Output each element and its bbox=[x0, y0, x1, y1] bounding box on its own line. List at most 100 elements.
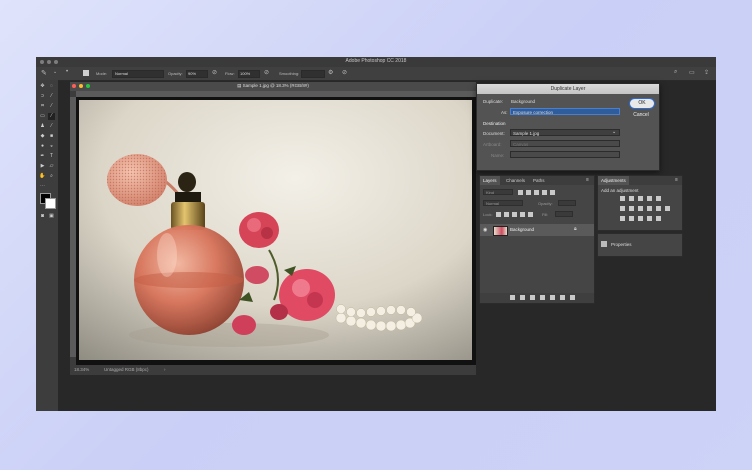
dodge-tool-icon[interactable]: ◒ bbox=[48, 143, 55, 150]
layer-opacity-input[interactable] bbox=[558, 200, 576, 206]
eye-visibility-icon[interactable]: ◉ bbox=[483, 227, 487, 233]
canvas-area[interactable] bbox=[76, 97, 476, 365]
document-label: Document: bbox=[483, 131, 505, 136]
lock-brush-icon[interactable] bbox=[504, 212, 509, 217]
exposure-icon[interactable] bbox=[647, 196, 652, 201]
cancel-button[interactable]: Cancel bbox=[629, 111, 653, 120]
more-tools-icon[interactable]: ⋯ bbox=[39, 183, 46, 190]
stamp-tool-icon[interactable]: ♟ bbox=[39, 123, 46, 130]
layer-row-background[interactable]: ◉ Background 🔒︎ bbox=[480, 224, 594, 236]
kind-filter-select[interactable]: Kind bbox=[483, 189, 513, 195]
brightness-icon[interactable] bbox=[620, 196, 625, 201]
marquee-tool-icon[interactable]: ◌ bbox=[48, 83, 55, 90]
vibrance-icon[interactable] bbox=[656, 196, 661, 201]
folder-icon[interactable] bbox=[550, 295, 555, 300]
hand-tool-icon[interactable]: ✋ bbox=[39, 173, 46, 180]
levels-icon[interactable] bbox=[629, 196, 634, 201]
pen-tool-icon[interactable]: ✒ bbox=[39, 153, 46, 160]
tab-channels[interactable]: Channels bbox=[503, 176, 528, 185]
hue-saturation-icon[interactable] bbox=[620, 206, 625, 211]
smoothing-input[interactable] bbox=[301, 70, 325, 78]
document-select[interactable]: Sample 1.jpg bbox=[510, 129, 620, 136]
curves-icon[interactable] bbox=[638, 196, 643, 201]
crop-tool-icon[interactable]: ⌗ bbox=[39, 103, 46, 110]
properties-icon[interactable] bbox=[601, 241, 607, 247]
posterize-icon[interactable] bbox=[629, 216, 634, 221]
lock-position-icon[interactable] bbox=[512, 212, 517, 217]
pressure-opacity-icon[interactable]: ⊘ bbox=[212, 69, 217, 76]
app-title: Adobe Photoshop CC 2018 bbox=[345, 58, 407, 64]
ok-button[interactable]: OK bbox=[629, 98, 655, 109]
blur-tool-icon[interactable]: ● bbox=[39, 143, 46, 150]
channel-mixer-icon[interactable] bbox=[656, 206, 661, 211]
eyedropper-tool-icon[interactable]: ⁄ bbox=[48, 103, 55, 110]
layer-fill-input[interactable] bbox=[555, 211, 573, 217]
filter-adjustment-icon[interactable] bbox=[526, 190, 531, 195]
as-input[interactable]: Exposure correction bbox=[510, 108, 620, 115]
lock-all-icon[interactable] bbox=[528, 212, 533, 217]
quick-mask-icon[interactable]: ◙ bbox=[39, 213, 46, 220]
brush-tool-icon[interactable]: ⁄ bbox=[48, 113, 55, 120]
photo-filter-icon[interactable] bbox=[647, 206, 652, 211]
filter-type-icon[interactable] bbox=[534, 190, 539, 195]
gear-icon[interactable]: ⚙ bbox=[328, 69, 333, 76]
filter-smart-icon[interactable] bbox=[550, 190, 555, 195]
document-tab[interactable]: ▤ Sample 1.jpg @ 18.3% (RGB/8#) bbox=[70, 82, 476, 91]
move-tool-icon[interactable]: ✥ bbox=[39, 83, 46, 90]
color-profile: Untagged RGB (8bpc) bbox=[104, 367, 149, 372]
airbrush-icon[interactable]: ⊘ bbox=[264, 69, 269, 76]
link-layers-icon[interactable] bbox=[510, 295, 515, 300]
tab-layers[interactable]: Layers bbox=[480, 176, 500, 185]
destination-heading: Destination bbox=[483, 121, 506, 126]
color-balance-icon[interactable] bbox=[629, 206, 634, 211]
brush-preset-icon[interactable]: • bbox=[66, 69, 68, 75]
new-layer-icon[interactable] bbox=[560, 295, 565, 300]
opacity-label: Opacity: bbox=[538, 201, 553, 206]
filter-shape-icon[interactable] bbox=[542, 190, 547, 195]
opacity-label: Opacity: bbox=[168, 71, 183, 76]
black-white-icon[interactable] bbox=[638, 206, 643, 211]
status-menu-icon[interactable]: › bbox=[164, 367, 166, 372]
panel-menu-icon[interactable]: ≡ bbox=[586, 177, 589, 183]
background-color-swatch[interactable] bbox=[45, 198, 56, 209]
brush-tool-icon[interactable]: ✎ bbox=[41, 69, 47, 77]
share-icon[interactable]: ⇪ bbox=[704, 69, 709, 76]
blend-mode-select[interactable]: Normal bbox=[483, 200, 523, 206]
threshold-icon[interactable] bbox=[638, 216, 643, 221]
zoom-tool-icon[interactable]: ⌕ bbox=[48, 173, 55, 180]
mask-icon[interactable] bbox=[530, 295, 535, 300]
healing-tool-icon[interactable]: ▭ bbox=[39, 113, 46, 120]
properties-label[interactable]: Properties bbox=[611, 242, 632, 247]
workspace-icon[interactable]: ▭ bbox=[689, 69, 695, 76]
path-select-icon[interactable]: ▶ bbox=[39, 163, 46, 170]
color-lookup-icon[interactable] bbox=[665, 206, 670, 211]
shape-tool-icon[interactable]: ▱ bbox=[48, 163, 55, 170]
zoom-level[interactable]: 18.34% bbox=[74, 367, 89, 372]
lock-pixels-icon[interactable] bbox=[496, 212, 501, 217]
chevron-down-icon[interactable]: ⌄ bbox=[53, 69, 57, 75]
lasso-tool-icon[interactable]: ↄ bbox=[39, 93, 46, 100]
fx-icon[interactable] bbox=[520, 295, 525, 300]
type-tool-icon[interactable]: T bbox=[48, 153, 55, 160]
pressure-size-icon[interactable]: ⊘ bbox=[342, 69, 347, 76]
lock-artboard-icon[interactable] bbox=[520, 212, 525, 217]
tab-paths[interactable]: Paths bbox=[530, 176, 548, 185]
screen-mode-icon[interactable]: ▣ bbox=[48, 213, 55, 220]
eraser-tool-icon[interactable]: ◆ bbox=[39, 133, 46, 140]
filter-pixel-icon[interactable] bbox=[518, 190, 523, 195]
gradient-map-icon[interactable] bbox=[656, 216, 661, 221]
invert-icon[interactable] bbox=[620, 216, 625, 221]
tab-adjustments[interactable]: Adjustments bbox=[598, 176, 629, 185]
gradient-tool-icon[interactable]: ■ bbox=[48, 133, 55, 140]
trash-icon[interactable] bbox=[570, 295, 575, 300]
adjustment-layer-icon[interactable] bbox=[540, 295, 545, 300]
duplicate-layer-dialog: Duplicate Layer Duplicate: Background As… bbox=[476, 83, 660, 171]
panel-menu-icon[interactable]: ≡ bbox=[675, 177, 678, 183]
search-icon[interactable]: ⌕ bbox=[674, 69, 677, 76]
history-brush-icon[interactable]: ⁄ bbox=[48, 123, 55, 130]
chevron-down-icon: ⌄ bbox=[612, 129, 617, 135]
layer-name[interactable]: Background bbox=[510, 227, 534, 232]
magic-wand-icon[interactable]: ⁄ bbox=[48, 93, 55, 100]
selective-color-icon[interactable] bbox=[647, 216, 652, 221]
brush-panel-icon[interactable] bbox=[83, 70, 89, 76]
